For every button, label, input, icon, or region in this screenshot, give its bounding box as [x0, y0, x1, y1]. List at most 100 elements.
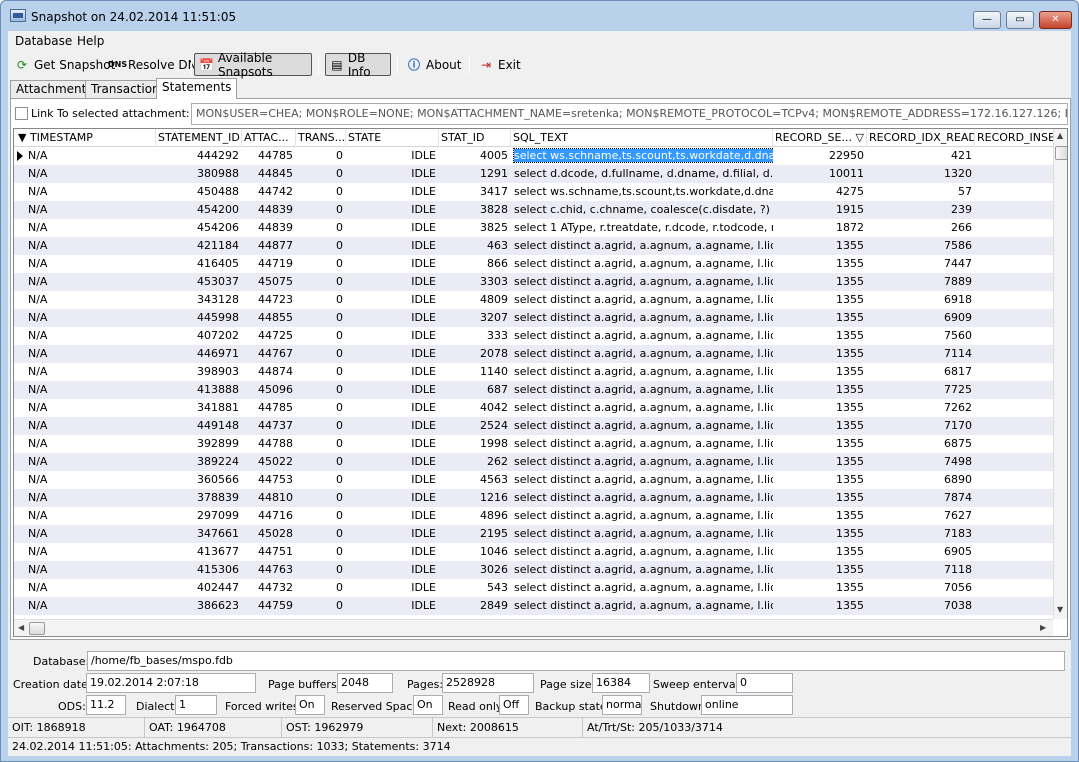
- table-cell[interactable]: 44839: [242, 219, 296, 237]
- table-cell[interactable]: 454206: [156, 219, 242, 237]
- column-header-record-se[interactable]: RECORD_SE... ▽: [773, 129, 867, 147]
- table-cell[interactable]: IDLE: [346, 471, 439, 489]
- table-cell[interactable]: 7874: [867, 489, 975, 507]
- table-cell[interactable]: 347661: [156, 525, 242, 543]
- table-cell[interactable]: 866: [439, 255, 511, 273]
- table-cell[interactable]: IDLE: [346, 309, 439, 327]
- table-cell[interactable]: 44874: [242, 363, 296, 381]
- table-cell[interactable]: select distinct a.agrid, a.agnum, a.agna…: [511, 525, 773, 543]
- table-cell[interactable]: 45096: [242, 381, 296, 399]
- table-cell[interactable]: 0: [296, 435, 346, 453]
- table-cell[interactable]: IDLE: [346, 255, 439, 273]
- table-cell[interactable]: 421184: [156, 237, 242, 255]
- table-cell[interactable]: 413677: [156, 543, 242, 561]
- table-row[interactable]: N/A 413888 45096 0 IDLE 687 select distinct a.…: [14, 381, 1054, 399]
- table-cell[interactable]: 413888: [156, 381, 242, 399]
- sweep-interval-field[interactable]: 0: [736, 673, 793, 693]
- table-cell[interactable]: 1872: [773, 219, 867, 237]
- table-cell[interactable]: N/A: [14, 597, 156, 615]
- database-path-field[interactable]: /home/fb_bases/mspo.fdb: [87, 651, 1065, 671]
- table-cell[interactable]: 0: [296, 597, 346, 615]
- table-cell[interactable]: 4563: [439, 471, 511, 489]
- table-cell[interactable]: N/A: [14, 525, 156, 543]
- table-cell[interactable]: 0: [296, 381, 346, 399]
- table-cell[interactable]: 0: [296, 345, 346, 363]
- table-cell[interactable]: select distinct a.agrid, a.agnum, a.agna…: [511, 309, 773, 327]
- table-cell[interactable]: IDLE: [346, 363, 439, 381]
- table-row[interactable]: N/A 378839 44810 0 IDLE 1216 select distinct a…: [14, 489, 1054, 507]
- table-row[interactable]: N/A 386623 44759 0 IDLE 2849 select distinct a…: [14, 597, 1054, 615]
- table-cell[interactable]: IDLE: [346, 201, 439, 219]
- table-cell[interactable]: 1355: [773, 345, 867, 363]
- table-cell[interactable]: 1355: [773, 309, 867, 327]
- table-cell[interactable]: 1355: [773, 453, 867, 471]
- table-cell[interactable]: 10011: [773, 165, 867, 183]
- table-cell[interactable]: 44845: [242, 165, 296, 183]
- table-cell[interactable]: 0: [296, 201, 346, 219]
- table-cell[interactable]: 0: [296, 147, 346, 165]
- scroll-up-arrow[interactable]: ▲: [1057, 131, 1063, 140]
- column-header-trans[interactable]: TRANS...: [296, 129, 346, 147]
- table-cell[interactable]: 7560: [867, 327, 975, 345]
- table-row[interactable]: N/A 392899 44788 0 IDLE 1998 select distinct a…: [14, 435, 1054, 453]
- table-cell[interactable]: 0: [296, 489, 346, 507]
- table-cell[interactable]: 0: [296, 471, 346, 489]
- table-cell[interactable]: IDLE: [346, 327, 439, 345]
- table-cell[interactable]: N/A: [14, 273, 156, 291]
- column-header-state[interactable]: STATE: [346, 129, 439, 147]
- table-cell[interactable]: 0: [296, 507, 346, 525]
- table-cell[interactable]: 4809: [439, 291, 511, 309]
- table-cell[interactable]: 7586: [867, 237, 975, 255]
- table-row[interactable]: N/A 297099 44716 0 IDLE 4896 select distinct a…: [14, 507, 1054, 525]
- table-cell[interactable]: 1355: [773, 543, 867, 561]
- table-cell[interactable]: 2849: [439, 597, 511, 615]
- table-cell[interactable]: 7170: [867, 417, 975, 435]
- scroll-right-arrow[interactable]: ▶: [1040, 623, 1046, 632]
- table-cell[interactable]: N/A: [14, 579, 156, 597]
- table-cell[interactable]: 7114: [867, 345, 975, 363]
- table-cell[interactable]: select distinct a.agrid, a.agnum, a.agna…: [511, 597, 773, 615]
- table-cell[interactable]: 44855: [242, 309, 296, 327]
- table-row[interactable]: N/A 341881 44785 0 IDLE 4042 select distinct a…: [14, 399, 1054, 417]
- table-cell[interactable]: 3417: [439, 183, 511, 201]
- table-cell[interactable]: 421: [867, 147, 975, 165]
- table-row[interactable]: N/A 360566 44753 0 IDLE 4563 select distinct a…: [14, 471, 1054, 489]
- table-cell[interactable]: 0: [296, 525, 346, 543]
- table-cell[interactable]: 0: [296, 453, 346, 471]
- table-cell[interactable]: 3828: [439, 201, 511, 219]
- backup-state-field[interactable]: normal: [602, 695, 642, 715]
- close-button[interactable]: ✕: [1039, 11, 1072, 29]
- table-cell[interactable]: 44877: [242, 237, 296, 255]
- table-cell[interactable]: IDLE: [346, 525, 439, 543]
- table-cell[interactable]: N/A: [14, 327, 156, 345]
- db-info-button[interactable]: ▤ DB Info: [325, 51, 391, 79]
- table-row[interactable]: N/A 380988 44845 0 IDLE 1291 select d.dcode, d…: [14, 165, 1054, 183]
- table-cell[interactable]: 44767: [242, 345, 296, 363]
- table-cell[interactable]: 1140: [439, 363, 511, 381]
- column-header-record-idx-reads[interactable]: RECORD_IDX_READS: [867, 129, 975, 147]
- table-row[interactable]: N/A 444292 44785 0 IDLE 4005 select ws.schname…: [14, 147, 1054, 165]
- table-cell[interactable]: 44751: [242, 543, 296, 561]
- table-cell[interactable]: 398903: [156, 363, 242, 381]
- minimize-button[interactable]: —: [973, 11, 1001, 29]
- table-cell[interactable]: N/A: [14, 363, 156, 381]
- table-cell[interactable]: 2078: [439, 345, 511, 363]
- about-button[interactable]: ⓘ About: [402, 53, 465, 76]
- vertical-scrollbar[interactable]: ▲ ▼: [1053, 129, 1067, 619]
- table-cell[interactable]: 0: [296, 237, 346, 255]
- table-cell[interactable]: 2524: [439, 417, 511, 435]
- table-cell[interactable]: 3303: [439, 273, 511, 291]
- table-cell[interactable]: N/A: [14, 183, 156, 201]
- table-cell[interactable]: 392899: [156, 435, 242, 453]
- table-cell[interactable]: 1355: [773, 327, 867, 345]
- table-cell[interactable]: select distinct a.agrid, a.agnum, a.agna…: [511, 471, 773, 489]
- scroll-left-arrow[interactable]: ◀: [18, 623, 24, 632]
- table-cell[interactable]: IDLE: [346, 183, 439, 201]
- table-cell[interactable]: 402447: [156, 579, 242, 597]
- table-cell[interactable]: 44759: [242, 597, 296, 615]
- table-cell[interactable]: 4896: [439, 507, 511, 525]
- table-cell[interactable]: 463: [439, 237, 511, 255]
- table-cell[interactable]: 45022: [242, 453, 296, 471]
- table-cell[interactable]: IDLE: [346, 543, 439, 561]
- table-row[interactable]: N/A 402447 44732 0 IDLE 543 select distinct a.…: [14, 579, 1054, 597]
